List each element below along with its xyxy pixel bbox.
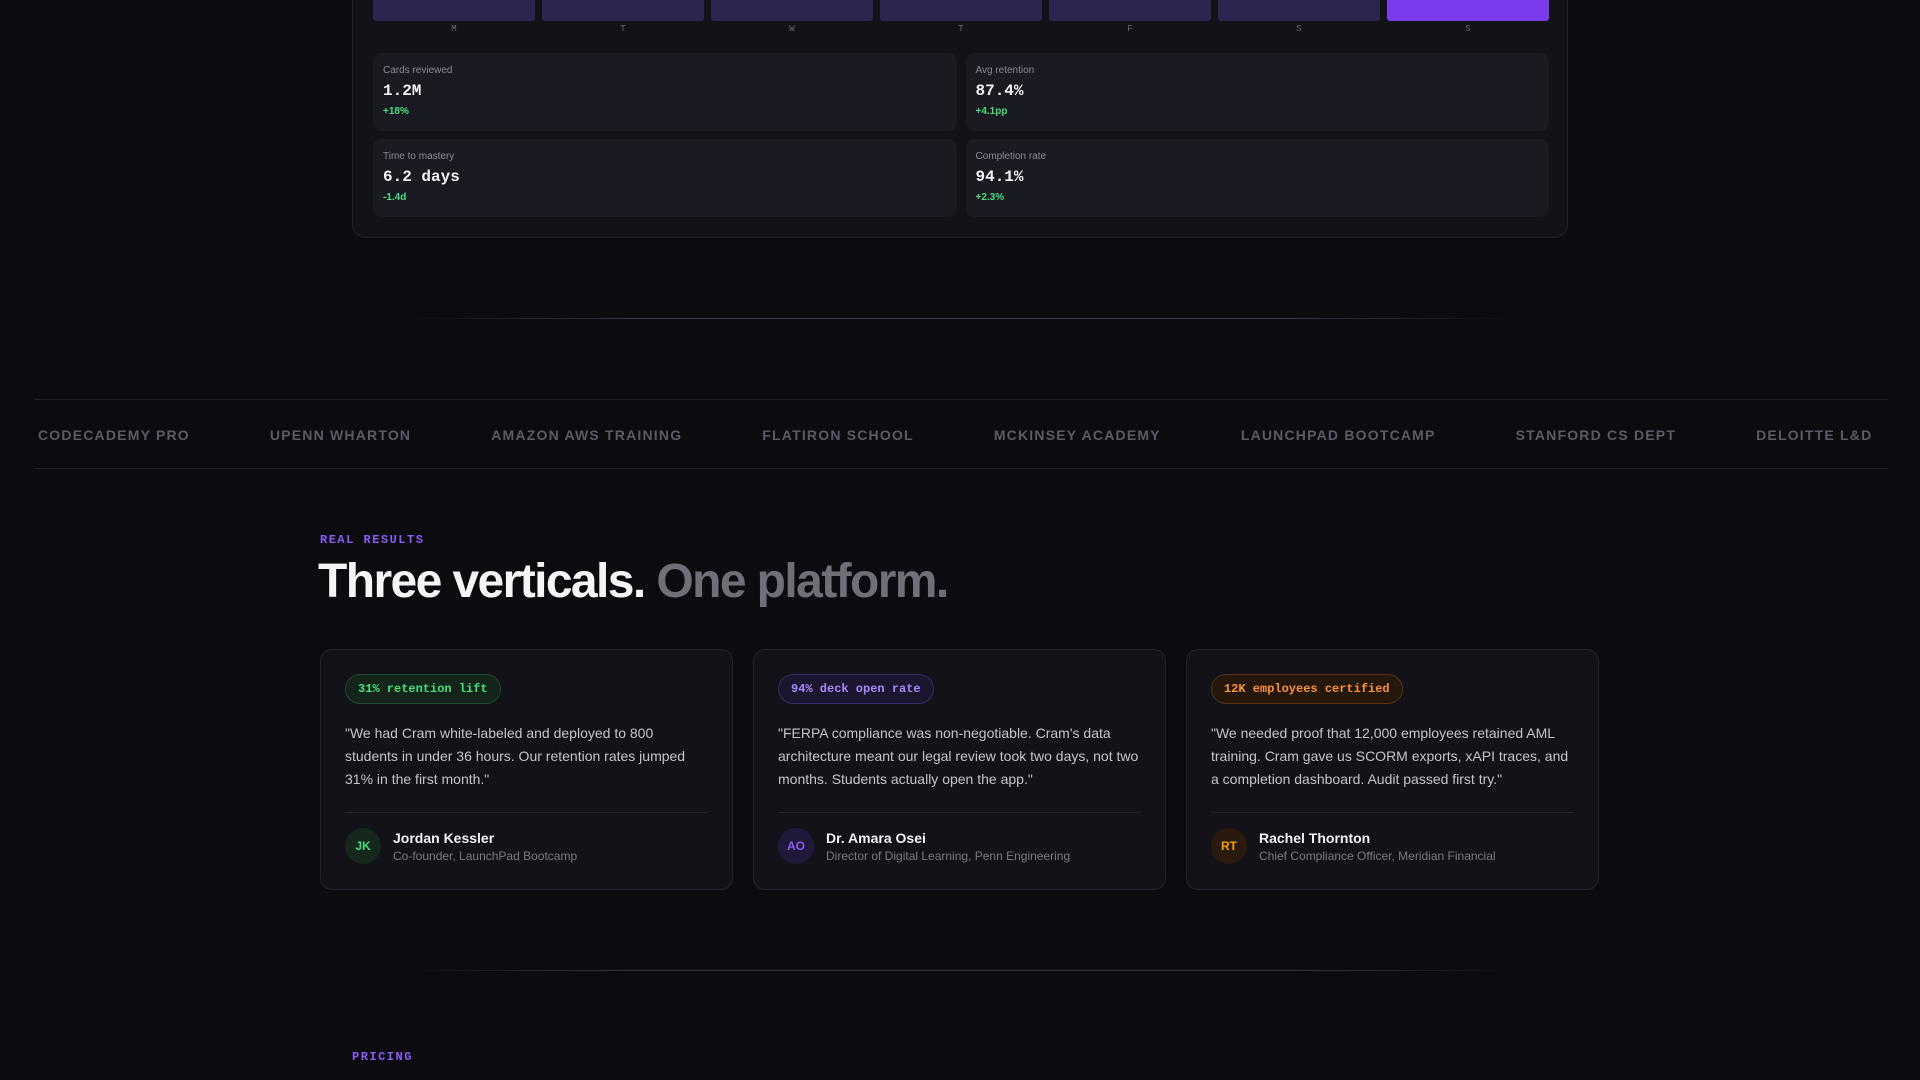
- bar-column-thu: T: [880, 0, 1042, 34]
- author-role: Co-founder, LaunchPad Bootcamp: [393, 848, 578, 863]
- author-role: Director of Digital Learning, Penn Engin…: [826, 848, 1071, 863]
- metric-value: 6.2 days: [383, 168, 460, 186]
- author-name: Dr. Amara Osei: [826, 829, 926, 846]
- metric-card-cards-reviewed: Cards reviewed 1.2M +18%: [373, 53, 957, 131]
- avatar: JK: [345, 828, 381, 864]
- avatar: RT: [1211, 828, 1247, 864]
- metric-label: Completion rate: [975, 151, 1047, 162]
- result-badge: 94% deck open rate: [778, 674, 934, 704]
- testimonial-author: AO Dr. Amara Osei Director of Digital Le…: [778, 828, 1070, 864]
- day-label: T: [958, 24, 964, 34]
- metric-delta: -1.4d: [383, 192, 407, 203]
- author-name: Jordan Kessler: [393, 829, 495, 846]
- activity-bar: [1218, 0, 1380, 21]
- metric-delta: +18%: [383, 106, 409, 117]
- headline-main: Three verticals.: [318, 555, 646, 608]
- day-label: F: [1127, 24, 1133, 34]
- testimonial-card-meridian: 12K employees certified "We needed proof…: [1186, 649, 1599, 890]
- avatar: AO: [778, 828, 814, 864]
- day-label: S: [1465, 24, 1471, 34]
- day-label: W: [789, 24, 795, 34]
- activity-bar: [542, 0, 704, 21]
- metric-delta: +4.1pp: [975, 106, 1008, 117]
- logo-stanford-cs-dept: STANFORD CS DEPT: [1515, 427, 1677, 443]
- activity-bar: [711, 0, 873, 21]
- testimonial-quote: "We needed proof that 12,000 employees r…: [1211, 725, 1569, 787]
- bar-column-tue: T: [542, 0, 704, 34]
- bar-column-mon: M: [373, 0, 535, 34]
- testimonial-cards: 31% retention lift "We had Cram white-la…: [320, 649, 1599, 890]
- logo-codecademy-pro: CODECADEMY PRO: [38, 427, 190, 443]
- day-label: M: [451, 24, 457, 34]
- metric-label: Time to mastery: [383, 151, 455, 162]
- headline-muted: One platform.: [656, 555, 949, 608]
- metric-value: 94.1%: [975, 168, 1024, 186]
- metric-label: Avg retention: [975, 65, 1035, 76]
- results-eyebrow: REAL RESULTS: [320, 533, 425, 547]
- weekly-activity-bars: M T W T F S S: [373, 0, 1549, 34]
- metric-value: 1.2M: [383, 82, 422, 100]
- metric-card-avg-retention: Avg retention 87.4% +4.1pp: [965, 53, 1549, 131]
- testimonial-quote: "FERPA compliance was non-negotiable. Cr…: [778, 725, 1139, 787]
- pricing-eyebrow: PRICING: [352, 1050, 413, 1064]
- testimonial-author: RT Rachel Thornton Chief Compliance Offi…: [1211, 828, 1496, 864]
- logo-upenn-wharton: UPENN WHARTON: [269, 427, 412, 443]
- landing-page: M T W T F S S Cards reviewed 1.2M +18% A…: [0, 0, 1920, 1080]
- logo-launchpad-bootcamp: LAUNCHPAD BOOTCAMP: [1240, 427, 1436, 443]
- bar-column-wed: W: [711, 0, 873, 34]
- metric-card-time-to-mastery: Time to mastery 6.2 days -1.4d: [373, 139, 957, 217]
- activity-bar: [373, 0, 535, 21]
- logo-row: CODECADEMY PRO UPENN WHARTON AMAZON AWS …: [38, 400, 1873, 468]
- card-divider: [778, 812, 1141, 813]
- logo-flatiron-school: FLATIRON SCHOOL: [762, 427, 914, 443]
- testimonial-card-launchpad: 31% retention lift "We had Cram white-la…: [320, 649, 733, 890]
- section-divider: [410, 318, 1510, 319]
- day-label: T: [620, 24, 626, 34]
- logo-mckinsey-academy: MCKINSEY ACADEMY: [993, 427, 1161, 443]
- result-badge: 31% retention lift: [345, 674, 501, 704]
- metric-label: Cards reviewed: [383, 65, 453, 76]
- section-divider: [410, 970, 1510, 971]
- metric-card-completion-rate: Completion rate 94.1% +2.3%: [965, 139, 1549, 217]
- logo-deloitte: DELOITTE L&D: [1756, 427, 1873, 443]
- testimonial-author: JK Jordan Kessler Co-founder, LaunchPad …: [345, 828, 577, 864]
- metrics-grid: Cards reviewed 1.2M +18% Avg retention 8…: [373, 53, 1549, 217]
- testimonial-card-penn: 94% deck open rate "FERPA compliance was…: [753, 649, 1166, 890]
- results-headline: Three verticals. One platform.: [318, 554, 949, 609]
- activity-bar: [880, 0, 1042, 21]
- result-badge: 12K employees certified: [1211, 674, 1403, 704]
- testimonial-quote: "We had Cram white-labeled and deployed …: [345, 725, 686, 787]
- author-name: Rachel Thornton: [1259, 829, 1371, 846]
- bar-column-sat: S: [1218, 0, 1380, 34]
- author-role: Chief Compliance Officer, Meridian Finan…: [1259, 848, 1496, 863]
- dashboard-preview-panel: M T W T F S S Cards reviewed 1.2M +18% A…: [352, 0, 1568, 238]
- activity-bar: [1387, 0, 1549, 21]
- metric-delta: +2.3%: [975, 192, 1005, 203]
- metric-value: 87.4%: [975, 82, 1024, 100]
- bar-column-fri: F: [1049, 0, 1211, 34]
- card-divider: [345, 812, 708, 813]
- bar-column-sun: S: [1387, 0, 1549, 34]
- day-label: S: [1296, 24, 1302, 34]
- card-divider: [1211, 812, 1574, 813]
- logo-amazon-aws-training: AMAZON AWS TRAINING: [491, 427, 683, 443]
- customer-logo-strip: CODECADEMY PRO UPENN WHARTON AMAZON AWS …: [34, 399, 1888, 469]
- activity-bar: [1049, 0, 1211, 21]
